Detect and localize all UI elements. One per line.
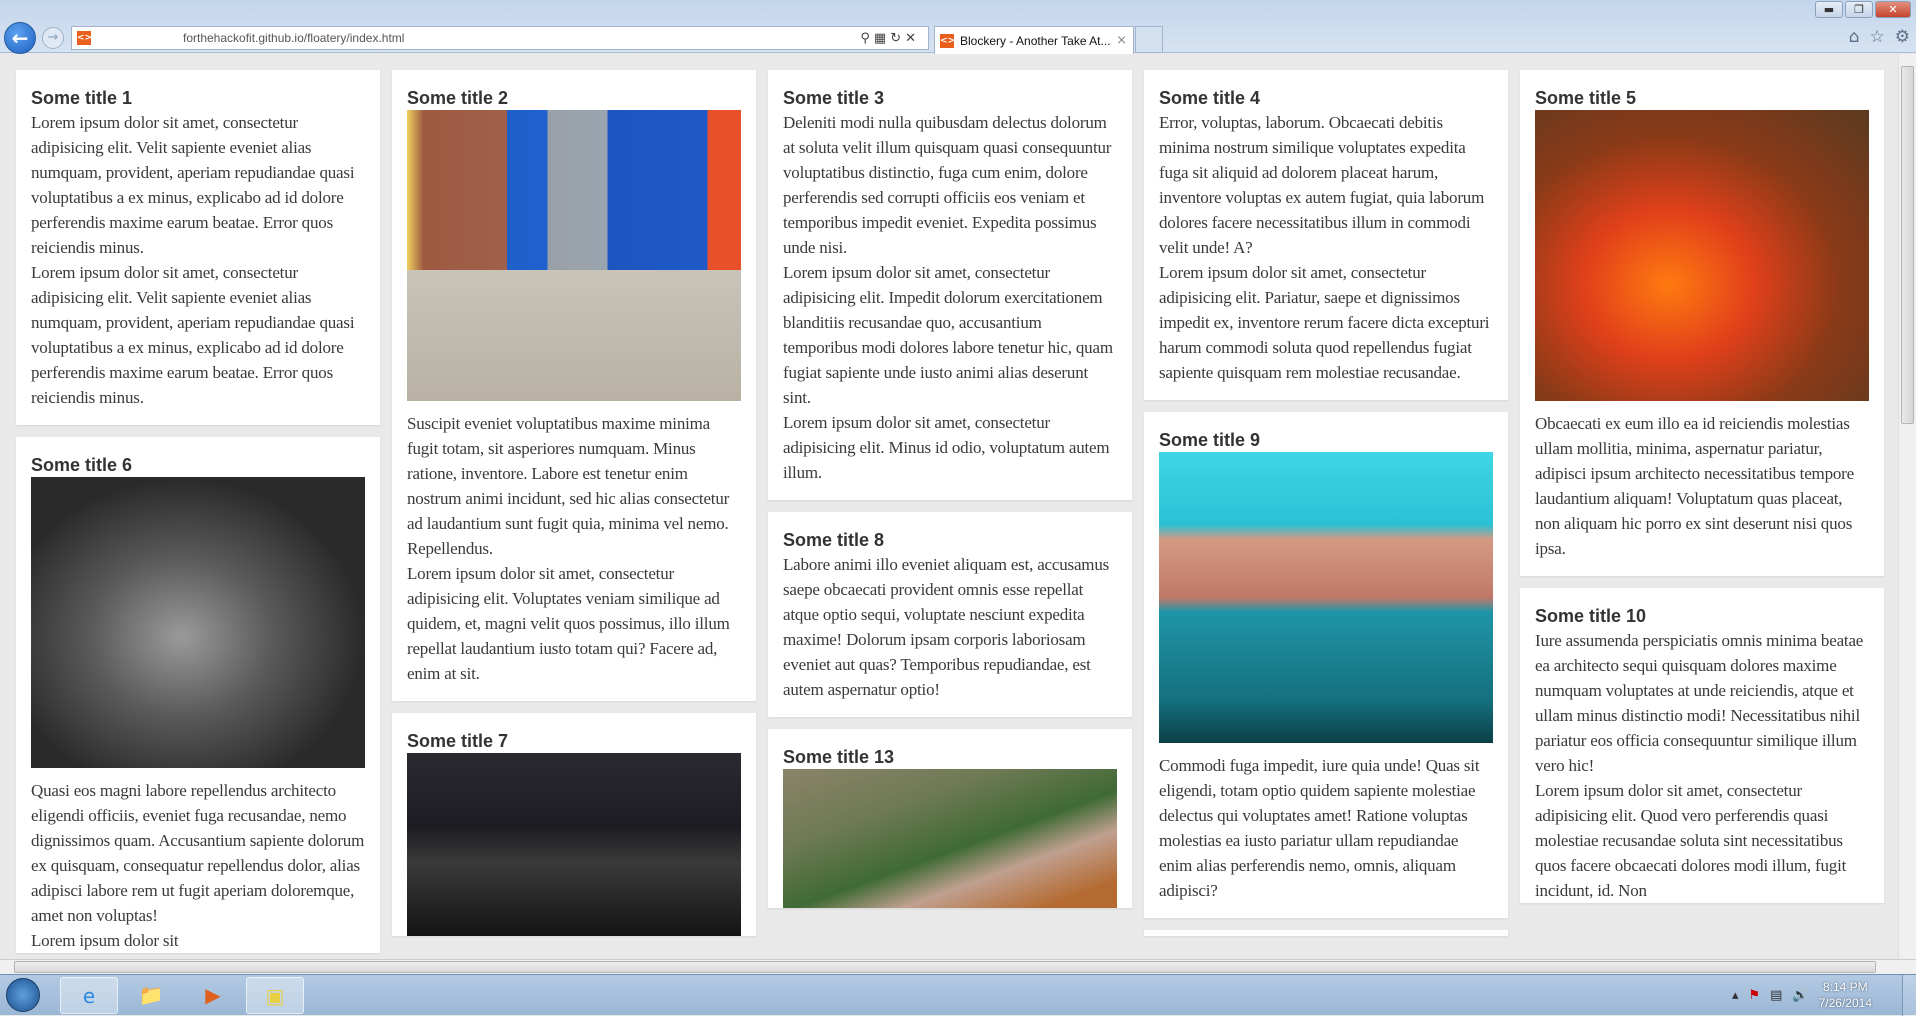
card-title: Some title 10 (1535, 606, 1647, 626)
show-desktop-button[interactable] (1902, 975, 1916, 1016)
card-text: Lorem ipsum dolor sit amet, consectetur … (31, 113, 355, 257)
card-text: Obcaecati ex eum illo ea id reiciendis m… (1535, 414, 1854, 558)
card-text: Lorem ipsum dolor sit amet, consectetur … (31, 263, 355, 407)
column-5: Some title 5 Obcaecati ex eum illo ea id… (1520, 70, 1884, 953)
new-tab-button[interactable] (1135, 26, 1163, 53)
card-10: Some title 10 Iure assumenda perspiciati… (1520, 588, 1884, 903)
card-text: Deleniti modi nulla quibusdam delectus d… (783, 113, 1112, 257)
show-hidden-icons-icon[interactable]: ▴ (1732, 988, 1739, 1003)
veiled-face-image (1159, 452, 1493, 743)
card-text: Labore animi illo eveniet aliquam est, a… (783, 555, 1110, 699)
card-text: Error, voluptas, laborum. Obcaecati debi… (1159, 113, 1485, 257)
clock-date: 7/26/2014 (1818, 996, 1872, 1010)
taskbar-sticky-notes[interactable]: ▣ (246, 977, 304, 1014)
card-title: Some title 2 (407, 88, 509, 108)
browser-tools: ⌂ ☆ ⚙ (1849, 27, 1910, 47)
column-1: Some title 1 Lorem ipsum dolor sit amet,… (16, 70, 380, 953)
card-5: Some title 5 Obcaecati ex eum illo ea id… (1520, 70, 1884, 576)
card-text: Lorem ipsum dolor sit amet, consectetur … (1159, 263, 1490, 382)
column-3: Some title 3 Deleniti modi nulla quibusd… (768, 70, 1132, 953)
card-1: Some title 1 Lorem ipsum dolor sit amet,… (16, 70, 380, 425)
card-title: Some title 1 (31, 88, 133, 108)
card-text: Lorem ipsum dolor sit amet, consectetur … (783, 413, 1110, 482)
abstract-map-image (1535, 110, 1869, 401)
taskbar-file-explorer[interactable]: 📁 (122, 977, 180, 1014)
card-title: Some title 7 (407, 731, 509, 751)
card-text: Commodi fuga impedit, iure quia unde! Qu… (1159, 756, 1480, 900)
tab-title: Blockery - Another Take At... (960, 33, 1111, 48)
home-icon[interactable]: ⌂ (1849, 27, 1860, 47)
taskbar-internet-explorer[interactable]: e (60, 977, 118, 1014)
network-icon[interactable]: ▤ (1770, 988, 1782, 1003)
restaurant-interior-image (407, 753, 741, 936)
card-text: Lorem ipsum dolor sit amet, consectetur … (783, 263, 1113, 407)
card-text: Iure assumenda perspiciatis omnis minima… (1535, 631, 1864, 775)
window-controls: ▬ ❐ ✕ (1815, 1, 1911, 18)
card-text: Suscipit eveniet voluptatibus maxime min… (407, 414, 730, 558)
card-text: Lorem ipsum dolor sit (31, 931, 179, 950)
card-title: Some title 6 (31, 455, 133, 475)
card-text: Quasi eos magni labore repellendus archi… (31, 781, 365, 925)
tab-active[interactable]: <> Blockery - Another Take At... × (934, 26, 1134, 54)
address-bar[interactable]: <> forthehackofit.github.io/floatery/ind… (71, 26, 929, 50)
search-icon[interactable]: ⚲ (860, 31, 874, 46)
start-button[interactable] (6, 978, 40, 1012)
card-title: Some title 9 (1159, 430, 1261, 450)
restore-button[interactable]: ❐ (1845, 1, 1873, 18)
card-title: Some title 3 (783, 88, 885, 108)
stop-icon[interactable]: ✕ (905, 31, 920, 46)
card-8: Some title 8 Labore animi illo eveniet a… (768, 512, 1132, 717)
browser-toolbar: ← → <> forthehackofit.github.io/floatery… (0, 0, 1916, 54)
taskbar-media-player[interactable]: ▶ (184, 977, 242, 1014)
street-wall-image (407, 110, 741, 401)
card-3: Some title 3 Deleniti modi nulla quibusd… (768, 70, 1132, 500)
taskbar: e 📁 ▶ ▣ ▴ ⚑ ▤ 🔊 8:14 PM 7/26/2014 (0, 974, 1916, 1016)
card-title: Some title 13 (783, 747, 895, 767)
compat-icon[interactable]: ▦ (874, 31, 890, 46)
horizontal-scrollbar[interactable] (0, 959, 1916, 974)
card-6: Some title 6 Quasi eos magni labore repe… (16, 437, 380, 953)
gear-icon[interactable]: ⚙ (1895, 27, 1910, 47)
tiger-image (783, 769, 1117, 908)
clock-time: 8:14 PM (1822, 980, 1868, 994)
card-text: Lorem ipsum dolor sit amet, consectetur … (407, 564, 730, 683)
card-2: Some title 2 Suscipit eveniet voluptatib… (392, 70, 756, 701)
card-7: Some title 7 (392, 713, 756, 936)
vertical-scrollbar[interactable] (1898, 54, 1916, 959)
star-icon[interactable]: ☆ (1870, 27, 1885, 47)
volume-icon[interactable]: 🔊 (1792, 988, 1808, 1003)
address-bar-icons[interactable]: ⚲▦↻✕ (860, 31, 920, 46)
card-next (1144, 930, 1508, 936)
close-window-button[interactable]: ✕ (1875, 1, 1911, 18)
card-title: Some title 5 (1535, 88, 1637, 108)
tab-favicon-icon: <> (940, 33, 956, 48)
tab-close-icon[interactable]: × (1116, 33, 1127, 48)
card-title: Some title 4 (1159, 88, 1261, 108)
system-tray: ▴ ⚑ ▤ 🔊 8:14 PM 7/26/2014 (1732, 979, 1872, 1011)
forward-button[interactable]: → (42, 27, 64, 49)
back-button[interactable]: ← (4, 22, 36, 54)
action-center-flag-icon[interactable]: ⚑ (1748, 988, 1760, 1003)
card-13: Some title 13 (768, 729, 1132, 908)
card-title: Some title 8 (783, 530, 885, 550)
refresh-icon[interactable]: ↻ (890, 31, 905, 46)
vertical-scroll-thumb[interactable] (1901, 66, 1914, 424)
clock[interactable]: 8:14 PM 7/26/2014 (1819, 979, 1872, 1011)
card-9: Some title 9 Commodi fuga impedit, iure … (1144, 412, 1508, 918)
column-4: Some title 4 Error, voluptas, laborum. O… (1144, 70, 1508, 953)
site-favicon-icon: <> (77, 31, 93, 45)
portrait-man-image (31, 477, 365, 768)
minimize-button[interactable]: ▬ (1815, 1, 1843, 18)
horizontal-scroll-thumb[interactable] (14, 961, 1876, 973)
url-text[interactable]: forthehackofit.github.io/floatery/index.… (183, 31, 860, 45)
card-text: Lorem ipsum dolor sit amet, consectetur … (1535, 781, 1847, 900)
masonry-grid: Some title 1 Lorem ipsum dolor sit amet,… (0, 54, 1898, 953)
column-2: Some title 2 Suscipit eveniet voluptatib… (392, 70, 756, 953)
card-4: Some title 4 Error, voluptas, laborum. O… (1144, 70, 1508, 400)
